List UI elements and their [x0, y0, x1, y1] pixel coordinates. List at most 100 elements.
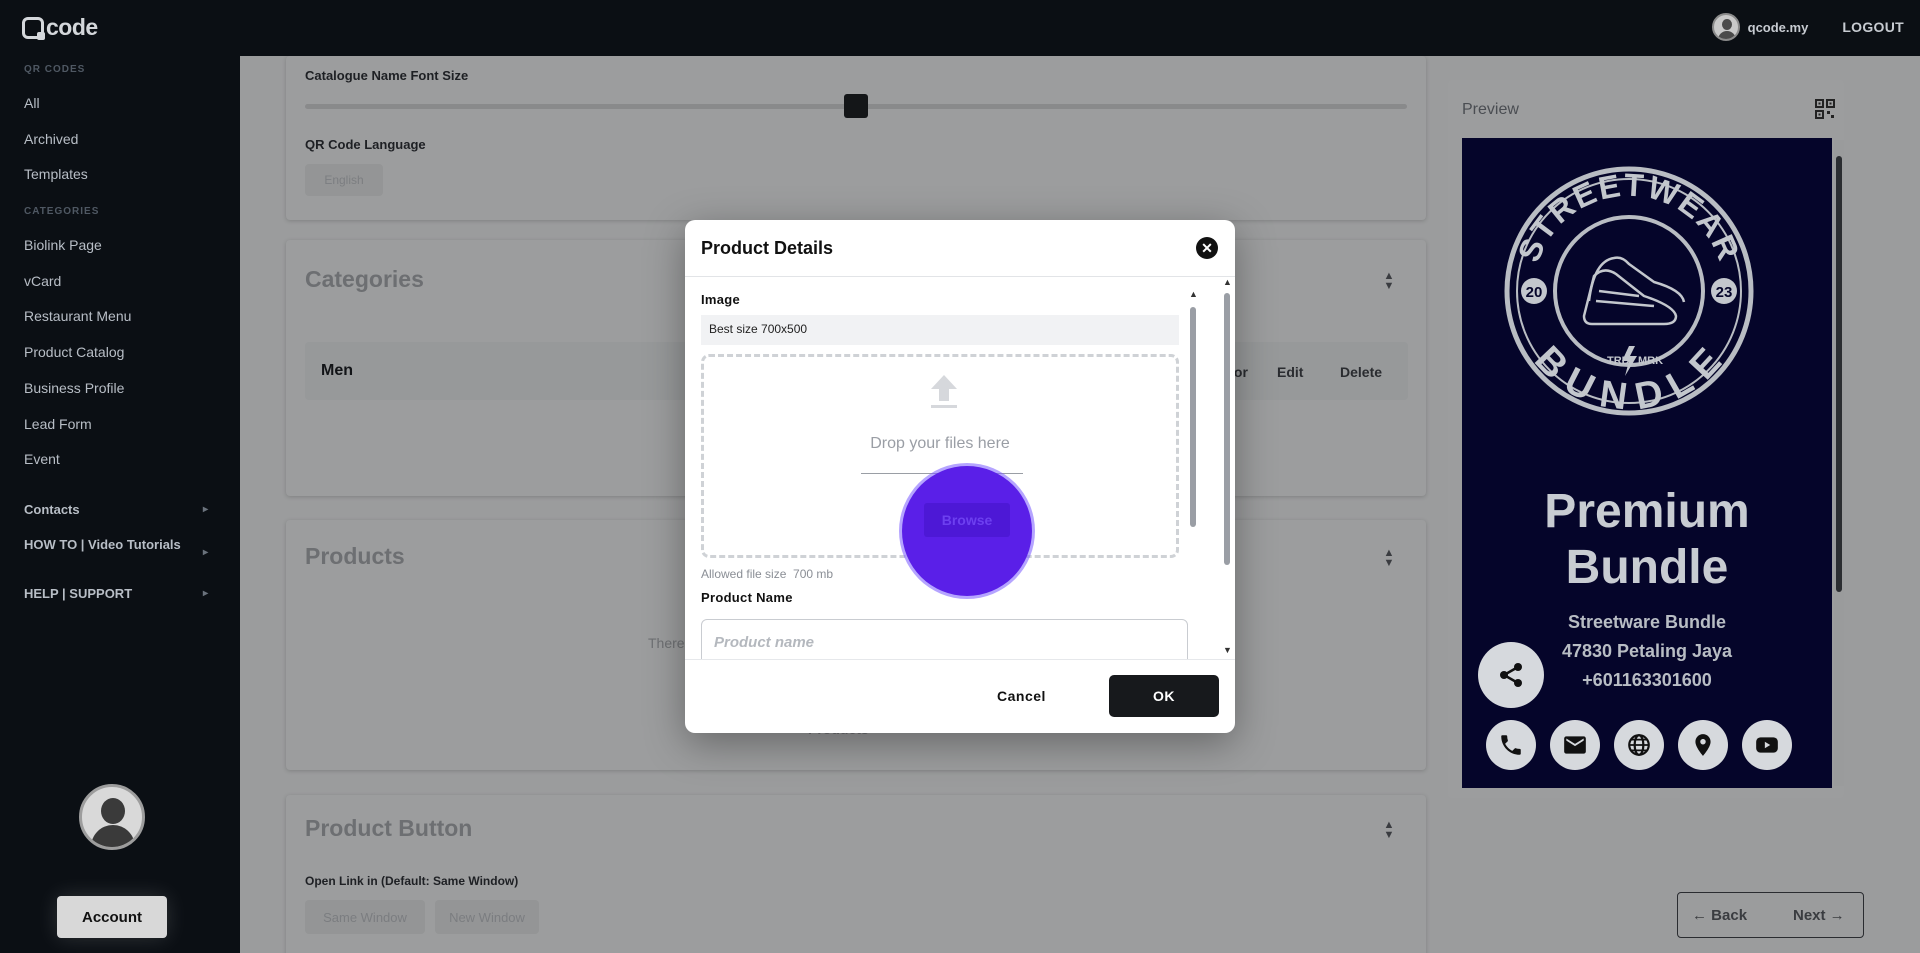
allowed-size-value: 700 mb: [793, 567, 834, 581]
scroll-up-icon[interactable]: ▲: [1189, 289, 1198, 299]
close-icon[interactable]: ✕: [1196, 237, 1218, 259]
products-empty-text: There: [648, 635, 685, 651]
sidebar-item-product-catalog[interactable]: Product Catalog: [24, 344, 124, 360]
back-label: Back: [1711, 907, 1748, 924]
bolt-icon: [1622, 346, 1637, 376]
preview-headline-line2: Bundle: [1565, 541, 1729, 594]
font-size-label: Catalogue Name Font Size: [305, 68, 469, 83]
avatar-body: [91, 825, 135, 847]
preview-scrollbar-thumb[interactable]: [1836, 156, 1842, 592]
user-name[interactable]: qcode.my: [1748, 20, 1809, 35]
modal-title: Product Details: [701, 238, 834, 258]
same-window-button[interactable]: Same Window: [305, 900, 425, 934]
modal-body: Image Best size 700x500 Drop your files …: [685, 277, 1235, 659]
scroll-up-icon[interactable]: ▲: [1223, 277, 1232, 287]
preview-scrollbar[interactable]: [1834, 140, 1844, 786]
logout-button[interactable]: LOGOUT: [1842, 19, 1904, 35]
category-name: Men: [321, 362, 353, 379]
allowed-size-label: Allowed file size: [701, 567, 787, 581]
user-avatar[interactable]: [1711, 13, 1740, 41]
back-button[interactable]: ← Back: [1692, 907, 1747, 924]
sidebar-item-lead-form[interactable]: Lead Form: [24, 416, 92, 432]
drop-files-text: Drop your files here: [870, 435, 1010, 452]
upload-icon: [931, 375, 957, 408]
language-label: QR Code Language: [305, 137, 426, 152]
product-button-title: Product Button: [305, 815, 473, 841]
product-name-input[interactable]: [701, 619, 1188, 659]
location-pin-icon: [1695, 734, 1711, 756]
next-label: Next: [1793, 907, 1826, 924]
sidebar-heading-qr-codes: QR CODES: [24, 64, 86, 75]
phone-icon: [1501, 735, 1521, 755]
allowed-size-text: Allowed file size 700 mb: [701, 567, 833, 581]
sidebar-item-event[interactable]: Event: [24, 451, 60, 467]
cancel-button[interactable]: Cancel: [997, 688, 1046, 704]
sidebar-item-label: HOW TO | Video Tutorials: [24, 537, 181, 552]
globe-icon: [1628, 734, 1650, 756]
sidebar-item-vcard[interactable]: vCard: [24, 273, 61, 289]
chevron-right-icon: ▸: [202, 588, 208, 599]
youtube-button[interactable]: [1742, 720, 1792, 770]
sidebar-item-help-support[interactable]: HELP | SUPPORT ▸: [24, 586, 208, 601]
sidebar-item-label: HELP | SUPPORT: [24, 586, 133, 601]
open-link-label: Open Link in (Default: Same Window): [305, 874, 519, 888]
email-icon: [1564, 736, 1586, 754]
youtube-icon: [1756, 737, 1778, 753]
chevron-right-icon: ▸: [202, 504, 208, 515]
modal-scrollbar-thumb[interactable]: [1224, 293, 1230, 565]
next-arrow-icon: →: [1825, 907, 1845, 924]
new-window-button[interactable]: New Window: [435, 900, 539, 934]
scroll-down-icon[interactable]: ▼: [1223, 645, 1232, 655]
sidebar-heading-categories: CATEGORIES: [24, 206, 100, 217]
categories-title: Categories: [305, 266, 424, 292]
image-label: Image: [701, 292, 741, 307]
badge-left-year: 20: [1526, 284, 1543, 301]
file-dropzone[interactable]: Drop your files here Browse: [701, 354, 1179, 596]
collapse-categories-icon[interactable]: ▲ ▼: [1379, 271, 1399, 292]
app-logo[interactable]: code: [22, 14, 98, 41]
language-select[interactable]: English: [305, 164, 383, 196]
chevron-right-icon: ▸: [202, 547, 208, 558]
modal-footer: Cancel OK: [685, 659, 1235, 733]
sidebar-item-archived[interactable]: Archived: [24, 131, 78, 147]
email-button[interactable]: [1550, 720, 1600, 770]
products-title: Products: [305, 543, 405, 569]
sidebar-user-avatar: [79, 784, 145, 850]
badge-right-year: 23: [1716, 284, 1733, 301]
sidebar-item-label: Contacts: [24, 502, 80, 517]
sidebar-item-all[interactable]: All: [24, 95, 40, 111]
sidebar-item-business-profile[interactable]: Business Profile: [24, 380, 124, 396]
category-delete-button[interactable]: Delete: [1340, 364, 1382, 380]
font-size-slider-thumb[interactable]: [844, 94, 868, 118]
browse-button[interactable]: Browse: [924, 503, 1010, 537]
website-button[interactable]: [1614, 720, 1664, 770]
sidebar-item-templates[interactable]: Templates: [24, 166, 88, 182]
dropzone-scrollbar[interactable]: ▲: [1189, 289, 1198, 579]
share-button[interactable]: [1478, 642, 1544, 708]
sidebar-item-biolink-page[interactable]: Biolink Page: [24, 237, 102, 253]
user-area: qcode.my LOGOUT: [1711, 13, 1904, 41]
collapse-products-icon[interactable]: ▲ ▼: [1379, 548, 1399, 569]
qr-code-icon[interactable]: [1815, 99, 1835, 119]
product-name-label: Product Name: [701, 590, 793, 605]
modal-scrollbar[interactable]: ▲ ▼: [1221, 277, 1233, 659]
account-button[interactable]: Account: [57, 896, 167, 938]
sidebar-item-contacts[interactable]: Contacts ▸: [24, 502, 208, 517]
back-arrow-icon: ←: [1692, 907, 1712, 924]
collapse-product-button-icon[interactable]: ▲ ▼: [1379, 820, 1399, 841]
streetwear-badge-logo: STREETWEAR BUNDLE 20 23 TRD MRK: [1504, 166, 1754, 416]
preview-title: Preview: [1462, 101, 1519, 118]
share-icon: [1500, 663, 1522, 687]
sidebar-item-video-tutorials[interactable]: HOW TO | Video Tutorials ▸: [24, 537, 208, 558]
phone-button[interactable]: [1486, 720, 1536, 770]
sidebar-item-restaurant-menu[interactable]: Restaurant Menu: [24, 308, 131, 324]
next-button[interactable]: Next →: [1793, 907, 1845, 924]
dropzone-scrollbar-thumb[interactable]: [1190, 307, 1196, 527]
category-edit-button[interactable]: Edit: [1277, 364, 1303, 380]
phone-preview: STREETWEAR BUNDLE 20 23 TRD MRK Premium …: [1462, 138, 1832, 788]
ok-button[interactable]: OK: [1109, 675, 1219, 717]
location-button[interactable]: [1678, 720, 1728, 770]
top-bar: code qcode.my LOGOUT: [0, 0, 1920, 56]
product-details-modal: Product Details ✕ Image Best size 700x50…: [685, 220, 1235, 733]
qr-logo-icon: [22, 16, 45, 40]
